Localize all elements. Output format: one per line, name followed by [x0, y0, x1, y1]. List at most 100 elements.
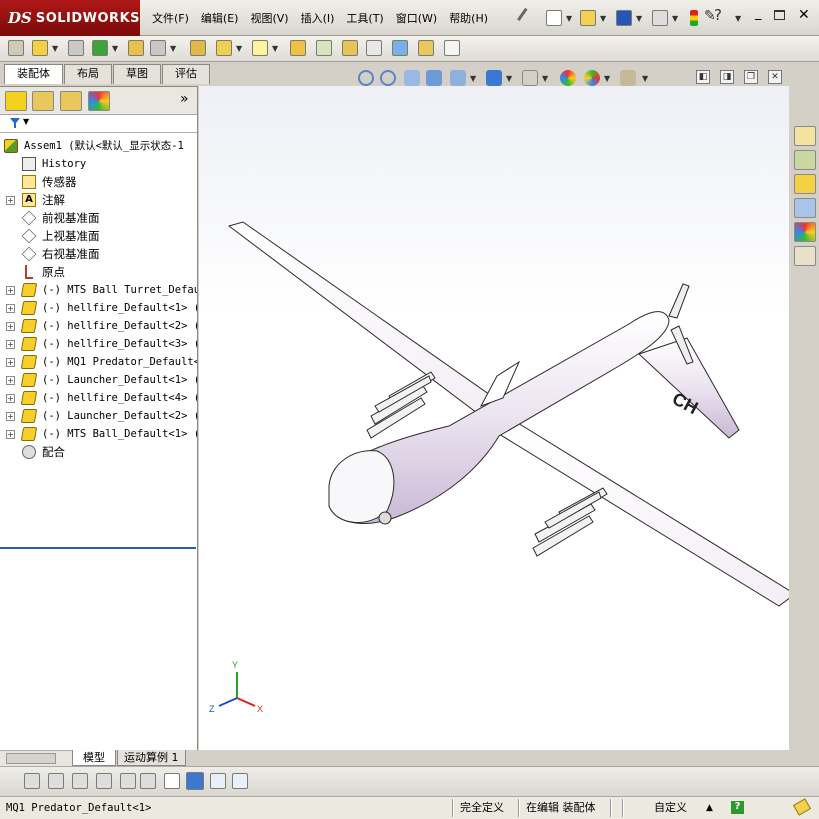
reference-geometry-icon[interactable] — [252, 40, 268, 56]
tree-expander-icon[interactable]: + — [6, 304, 15, 313]
print-icon[interactable] — [652, 10, 668, 26]
close-icon[interactable]: ✕ — [798, 7, 810, 23]
viewport-prev-icon[interactable]: ◧ — [696, 70, 710, 84]
graphics-area[interactable]: CH Y X Z — [199, 86, 789, 750]
open-folder-icon[interactable] — [580, 10, 596, 26]
tab-evaluate[interactable]: 评估 — [162, 64, 210, 84]
apply-scene-dropdown-icon[interactable]: ▼ — [604, 74, 610, 83]
display-style-icon[interactable] — [486, 70, 502, 86]
tree-item[interactable]: 原点 — [0, 263, 197, 281]
status-units[interactable]: 自定义 — [654, 798, 687, 818]
tree-expander-icon[interactable]: + — [6, 412, 15, 421]
help-dropdown-icon[interactable]: ▼ — [735, 14, 741, 23]
pan-icon[interactable] — [140, 773, 156, 789]
minimize-icon[interactable]: _ — [755, 6, 762, 21]
viewport-restore-icon[interactable]: ❐ — [744, 70, 758, 84]
zoom-to-area-icon[interactable] — [380, 70, 396, 86]
tree-filter-bar[interactable]: ▼ — [0, 115, 197, 133]
featuremanager-tree-icon[interactable] — [5, 91, 27, 111]
shaded-view-icon[interactable] — [186, 772, 204, 790]
tab-motion-study-1[interactable]: 运动算例 1 — [117, 750, 186, 766]
tree-expander-icon[interactable]: + — [6, 394, 15, 403]
rebuild-icon[interactable] — [690, 10, 698, 26]
bill-of-materials-icon[interactable] — [316, 40, 332, 56]
tree-horizontal-scrollbar[interactable] — [0, 750, 72, 766]
move-component-icon[interactable] — [150, 40, 166, 56]
custom-properties-icon[interactable] — [794, 246, 816, 266]
solidworks-resources-icon[interactable] — [794, 126, 816, 146]
filter-dropdown-icon[interactable]: ▼ — [23, 117, 29, 126]
file-explorer-icon[interactable] — [794, 174, 816, 194]
reference-dropdown-icon[interactable]: ▼ — [272, 44, 278, 53]
move-dropdown-icon[interactable]: ▼ — [170, 44, 176, 53]
tree-item[interactable]: + (-) MQ1 Predator_Default< — [0, 353, 197, 371]
tree-item[interactable]: + (-) hellfire_Default<1> ( — [0, 299, 197, 317]
tree-item[interactable]: 配合 — [0, 443, 197, 461]
show-hidden-icon[interactable] — [190, 40, 206, 56]
tree-expander-icon[interactable]: + — [6, 376, 15, 385]
tab-layout[interactable]: 布局 — [64, 64, 112, 84]
new-document-icon[interactable] — [546, 10, 562, 26]
tree-expander-icon[interactable]: + — [6, 430, 15, 439]
previous-view-icon[interactable] — [404, 70, 420, 86]
design-library-icon[interactable] — [794, 150, 816, 170]
pattern-dropdown-icon[interactable]: ▼ — [112, 44, 118, 53]
assembly-features-icon[interactable] — [216, 40, 232, 56]
tree-expander-icon[interactable]: + — [6, 358, 15, 367]
filter-icon[interactable] — [10, 118, 20, 128]
tree-expander-icon[interactable]: + — [6, 196, 15, 205]
menu-insert[interactable]: 插入(I) — [295, 10, 341, 26]
predator-drone-model[interactable]: CH — [227, 221, 789, 607]
help-icon[interactable]: ? — [714, 6, 722, 24]
view-settings-dropdown-icon[interactable]: ▼ — [642, 74, 648, 83]
previous-view-icon-bottom[interactable] — [24, 773, 40, 789]
tree-item[interactable]: Assem1 (默认<默认_显示状态-1 — [0, 137, 197, 155]
scrollbar-thumb[interactable] — [6, 753, 56, 764]
rotate-icon[interactable] — [72, 773, 88, 789]
display-style-dropdown-icon[interactable]: ▼ — [506, 74, 512, 83]
tree-item[interactable]: 上视基准面 — [0, 227, 197, 245]
tab-model[interactable]: 模型 — [72, 750, 116, 766]
tree-item[interactable]: 传感器 — [0, 173, 197, 191]
menu-window[interactable]: 窗口(W) — [390, 10, 443, 26]
solidworks-logo[interactable]: DS SOLIDWORKS — [0, 0, 140, 36]
new-part-icon[interactable] — [32, 40, 48, 56]
appearances-icon[interactable] — [794, 222, 816, 242]
units-arrow-icon[interactable]: ▲ — [706, 798, 713, 818]
tree-item[interactable]: + (-) hellfire_Default<2> ( — [0, 317, 197, 335]
tree-expander-icon[interactable]: + — [6, 340, 15, 349]
open-dropdown-icon[interactable]: ▼ — [600, 14, 606, 23]
exploded-view-icon[interactable] — [342, 40, 358, 56]
tree-item[interactable]: + (-) MTS Ball Turret_Defaul — [0, 281, 197, 299]
tree-item[interactable]: + (-) hellfire_Default<3> ( — [0, 335, 197, 353]
section-view-icon[interactable] — [426, 70, 442, 86]
linear-pattern-icon[interactable] — [92, 40, 108, 56]
apply-scene-icon[interactable] — [584, 70, 600, 86]
tree-item[interactable]: + (-) MTS Ball_Default<1> ( — [0, 425, 197, 443]
view-orientation-icon[interactable] — [450, 70, 466, 86]
take-snapshot-icon[interactable] — [444, 40, 460, 56]
tree-item[interactable]: 前视基准面 — [0, 209, 197, 227]
tree-expander-icon[interactable]: + — [6, 286, 15, 295]
smart-fasteners-icon[interactable] — [128, 40, 144, 56]
configuration-manager-icon[interactable] — [60, 91, 82, 111]
hide-show-dropdown-icon[interactable]: ▼ — [542, 74, 548, 83]
property-manager-icon[interactable] — [32, 91, 54, 111]
tab-sketch[interactable]: 草图 — [113, 64, 161, 84]
print-dropdown-icon[interactable]: ▼ — [672, 14, 678, 23]
view-palette-icon[interactable] — [794, 198, 816, 218]
menu-tools[interactable]: 工具(T) — [340, 10, 389, 26]
mate-icon[interactable] — [68, 40, 84, 56]
hide-show-items-icon[interactable] — [522, 70, 538, 86]
explode-line-sketch-icon[interactable] — [366, 40, 382, 56]
tree-item[interactable]: + (-) Launcher_Default<1> ( — [0, 371, 197, 389]
view-settings-icon[interactable] — [620, 70, 636, 86]
standard-views-icon[interactable] — [48, 773, 64, 789]
split-vertical-icon[interactable] — [232, 773, 248, 789]
menu-file[interactable]: 文件(F) — [146, 10, 195, 26]
tree-item[interactable]: + (-) hellfire_Default<4> ( — [0, 389, 197, 407]
tree-item[interactable]: + A 注解 — [0, 191, 197, 209]
edit-appearance-icon[interactable] — [560, 70, 576, 86]
view-orientation-dropdown-icon[interactable]: ▼ — [470, 74, 476, 83]
chart-icon[interactable] — [164, 773, 180, 789]
